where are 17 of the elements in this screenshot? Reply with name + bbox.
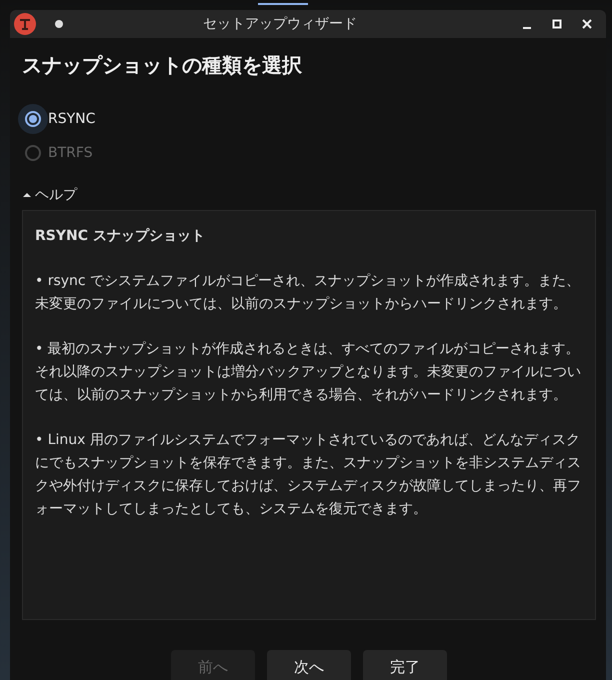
option-label[interactable]: RSYNC (48, 111, 96, 127)
help-paragraph: • Linux 用のファイルシステムでフォーマットされているのであれば、どんなディスクにでもスナップショットを保存できます。また、スナップショットを非システムディスクや外付けディスクに保存しておけば、システムディスクが故障してしまったり、再フォーマットしてしまったとしても、システムを復元できます。 (35, 431, 582, 519)
app-logo-icon (14, 13, 36, 35)
close-icon (582, 19, 592, 29)
wizard-button[interactable]: 完了 (363, 650, 447, 680)
dot-icon[interactable] (54, 19, 64, 29)
minimize-icon (523, 27, 531, 29)
help-title: RSYNC スナップショット (35, 227, 206, 246)
help-paragraph: • 最初のスナップショットが作成されるときは、すべてのファイルがコピーされます。それ以降のスナップショットは増分バックアップとなります。未変更のファイルについては、以前のスナップショットから利用できる場合、それがハードリンクされます。 (35, 340, 582, 405)
window-title: セットアップウィザード (202, 15, 358, 33)
radio-button[interactable] (18, 104, 48, 134)
caret-icon (22, 191, 32, 199)
wizard-button[interactable]: 次へ (267, 650, 351, 680)
help-paragraph: • rsync でシステムファイルがコピーされ、スナップショットが作成されます。また、未変更のファイルについては、以前のスナップショットからハードリンクされます。 (35, 272, 582, 314)
page-heading: スナップショットの種類を選択 (22, 52, 303, 79)
help-toggle[interactable]: ヘルプ (22, 186, 77, 204)
maximize-icon (552, 19, 562, 29)
